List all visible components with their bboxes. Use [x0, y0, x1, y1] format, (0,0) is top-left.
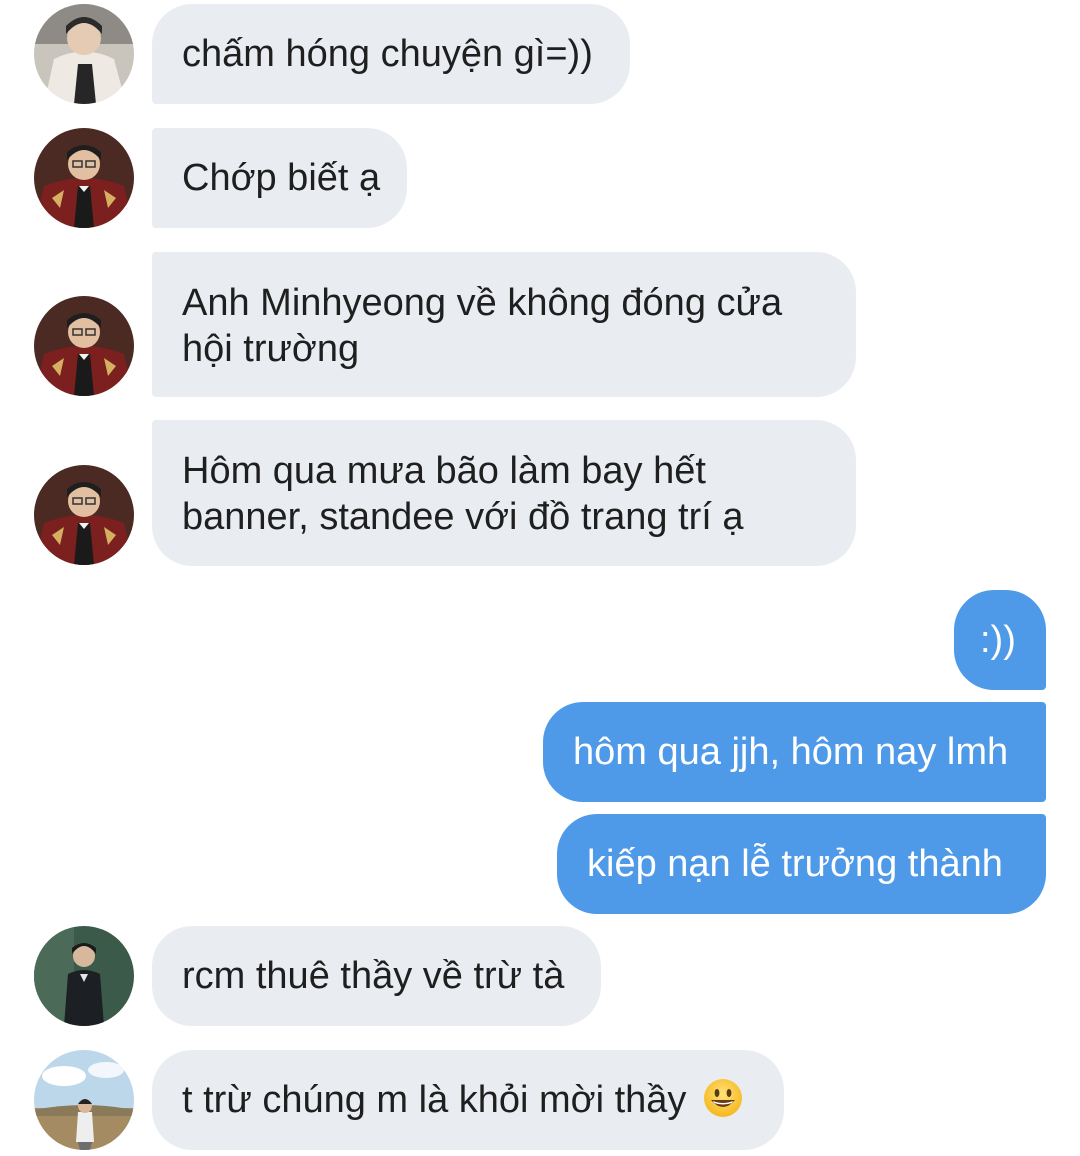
- message-bubble-incoming[interactable]: Chớp biết ạ: [152, 128, 407, 228]
- message-bubble-outgoing[interactable]: hôm qua jjh, hôm nay lmh: [543, 702, 1046, 802]
- chat-thread: chấm hóng chuyện gì=)) Chớp biết ạ Anh M…: [0, 0, 1080, 1156]
- message-text: hôm qua jjh, hôm nay lmh: [573, 731, 1009, 773]
- message-bubble-outgoing[interactable]: kiếp nạn lễ trưởng thành: [557, 814, 1046, 914]
- message-text: chấm hóng chuyện gì=)): [182, 33, 593, 75]
- message-text-line: Anh Minhyeong về không đóng cửa: [182, 282, 783, 324]
- avatar-user-2[interactable]: [34, 465, 134, 565]
- message-bubble-incoming[interactable]: Hôm qua mưa bão làm bay hết banner, stan…: [152, 420, 856, 566]
- avatar-user-1[interactable]: [34, 4, 134, 104]
- message-text-line: banner, standee với đồ trang trí ạ: [182, 496, 744, 538]
- avatar-user-2[interactable]: [34, 296, 134, 396]
- message-text: t trừ chúng m là khỏi mời thầy: [182, 1079, 687, 1121]
- message-text: :)): [980, 619, 1016, 661]
- avatar-user-3[interactable]: [34, 926, 134, 1026]
- message-bubble-incoming[interactable]: t trừ chúng m là khỏi mời thầy: [152, 1050, 784, 1150]
- message-bubble-outgoing[interactable]: :)): [954, 590, 1046, 690]
- message-bubble-incoming[interactable]: Anh Minhyeong về không đóng cửa hội trườ…: [152, 252, 856, 397]
- message-text: Chớp biết ạ: [182, 157, 381, 199]
- message-bubble-incoming[interactable]: chấm hóng chuyện gì=)): [152, 4, 630, 104]
- message-text-line: Hôm qua mưa bão làm bay hết: [182, 450, 706, 492]
- avatar-user-4[interactable]: [34, 1050, 134, 1150]
- avatar-user-2[interactable]: [34, 128, 134, 228]
- message-text: rcm thuê thầy về trừ tà: [182, 955, 565, 997]
- grinning-face-emoji-icon: [703, 1078, 743, 1118]
- message-text: kiếp nạn lễ trưởng thành: [587, 843, 1003, 885]
- message-bubble-incoming[interactable]: rcm thuê thầy về trừ tà: [152, 926, 601, 1026]
- message-text-line: hội trường: [182, 328, 360, 370]
